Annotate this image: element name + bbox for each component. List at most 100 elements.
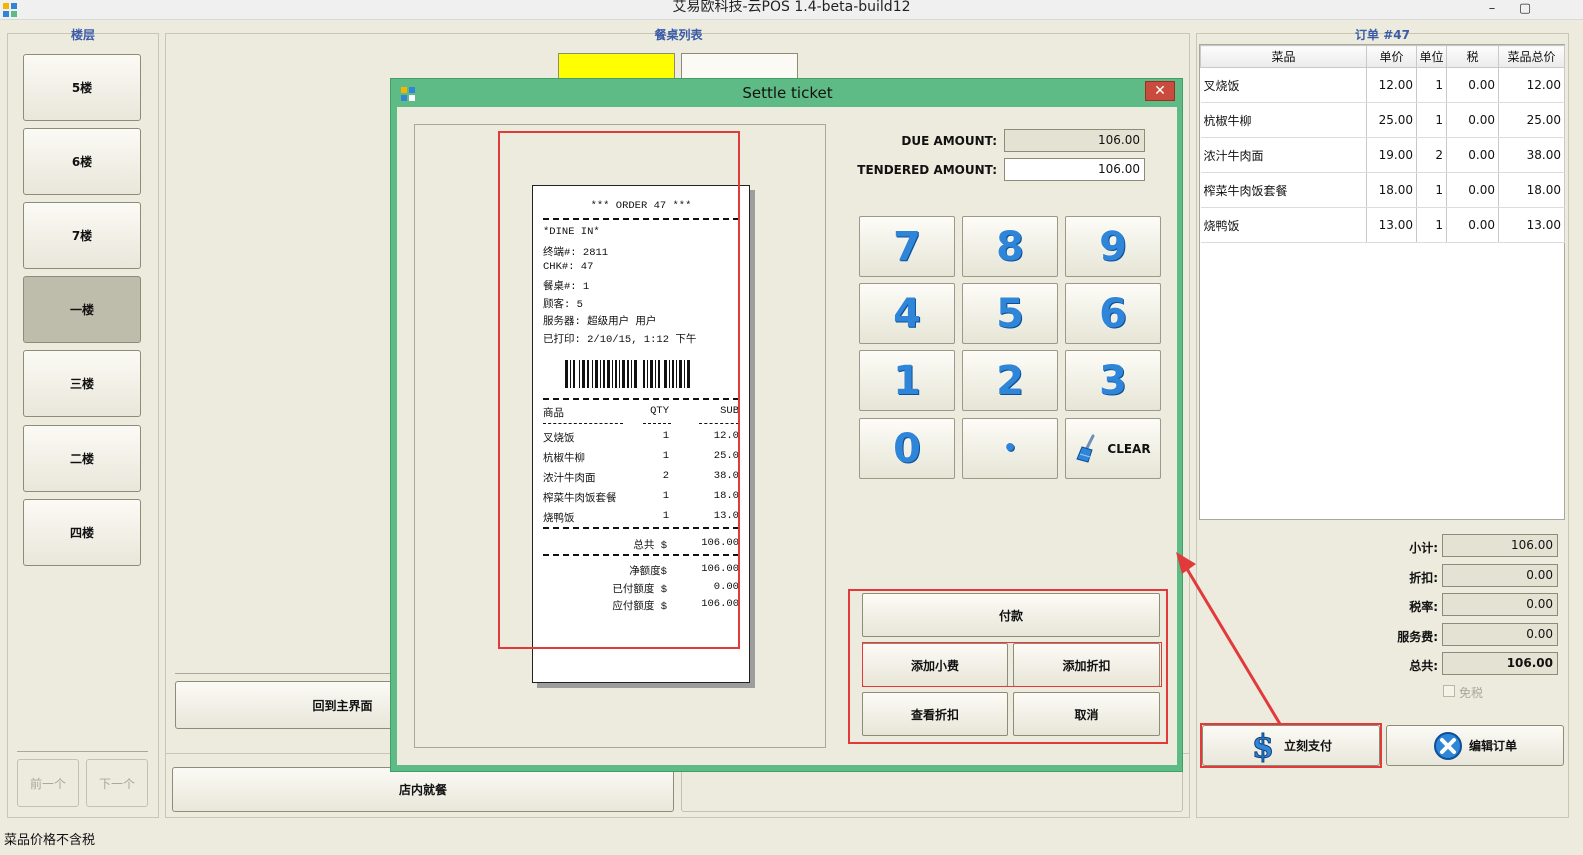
key-9[interactable]: 9 [1065,216,1161,277]
tables-title: 餐桌列表 [654,28,703,42]
edit-order-label: 编辑订单 [1468,739,1517,753]
receipt-total-label: 总共 $ [633,540,667,552]
next-floor-button[interactable]: 下一个 [86,759,148,807]
cell-price: 19.00 [1366,137,1417,173]
service-fee-value: 0.00 [1442,623,1558,646]
pay-button[interactable]: 付款 [862,593,1160,637]
receipt-divider [543,527,739,529]
table-row[interactable]: 榨菜牛肉饭套餐 18.00 1 0.00 18.00 [1200,172,1565,208]
dialog-close-button[interactable]: ✕ [1145,81,1175,101]
view-discount-button[interactable]: 查看折扣 [862,692,1008,736]
cell-qty: 1 [1416,172,1447,208]
receipt-terminal: 终端#: 2811 [543,247,609,259]
receipt-underline [543,423,623,424]
receipt-paid-value: 0.00 [713,581,739,593]
key-1[interactable]: 1 [859,350,955,411]
key-0[interactable]: 0 [859,418,955,479]
tendered-amount-label: TENDERED AMOUNT: [857,163,997,177]
table-row[interactable]: 杭椒牛柳 25.00 1 0.00 25.00 [1200,102,1565,138]
dialog-body: *** ORDER 47 *** *DINE IN* 终端#: 2811 CHK… [397,107,1177,765]
total-label: 总共: [1409,659,1438,673]
cell-qty: 2 [1416,137,1447,173]
subtotal-value: 106.00 [1442,534,1558,557]
cell-total: 38.00 [1498,137,1565,173]
key-5[interactable]: 5 [962,283,1058,344]
window-title: 艾易欧科技-云POS 1.4-beta-build12 [672,0,911,15]
broom-icon [1076,434,1095,463]
floor-button-4[interactable]: 四楼 [23,499,141,566]
receipt-printed: 已打印: 2/10/15, 1:12 下午 [543,334,697,346]
receipt-item-sub: 13.0 [713,510,739,522]
floor-button-5[interactable]: 5楼 [23,54,141,121]
col-header-tax[interactable]: 税 [1446,45,1499,68]
cell-item: 烧鸭饭 [1200,207,1367,243]
dollar-icon: $ [1251,729,1274,763]
receipt-due-value: 106.00 [701,598,739,610]
receipt-col-sub: SUB [720,405,739,417]
edit-order-button[interactable]: 编辑订单 [1386,725,1564,766]
receipt-divider [543,554,739,556]
receipt-guests: 顾客: 5 [543,299,583,311]
table-row[interactable]: 烧鸭饭 13.00 1 0.00 13.00 [1200,207,1565,243]
dine-in-button[interactable]: 店内就餐 [172,767,674,812]
key-decimal[interactable]: • [962,418,1058,479]
cell-price: 18.00 [1366,172,1417,208]
cell-tax: 0.00 [1446,67,1499,103]
receipt-item-name: 叉烧饭 [543,433,575,445]
key-4[interactable]: 4 [859,283,955,344]
receipt-item-qty: 1 [662,430,669,442]
floor-button-6[interactable]: 6楼 [23,128,141,195]
tax-exempt-checkbox[interactable] [1443,685,1455,697]
title-bar: 艾易欧科技-云POS 1.4-beta-build12 – ▢ [0,0,1583,20]
pay-now-button[interactable]: $ 立刻支付 [1202,725,1380,766]
status-text: 菜品价格不含税 [4,833,96,848]
clear-button[interactable]: CLEAR [1065,418,1161,479]
key-8[interactable]: 8 [962,216,1058,277]
receipt-net-label: 净额度$ [629,566,667,578]
add-discount-button[interactable]: 添加折扣 [1013,643,1160,687]
receipt-item-qty: 1 [662,510,669,522]
order-title: 订单 #47 [1355,28,1410,42]
total-value: 106.00 [1442,652,1558,675]
table-row[interactable]: 叉烧饭 12.00 1 0.00 12.00 [1200,67,1565,103]
cell-total: 18.00 [1498,172,1565,208]
cell-tax: 0.00 [1446,137,1499,173]
receipt-net-value: 106.00 [701,563,739,575]
receipt-underline [699,423,739,424]
receipt-table: 餐桌#: 1 [543,281,590,293]
floors-divider [17,751,148,752]
cancel-button[interactable]: 取消 [1013,692,1160,736]
cell-qty: 1 [1416,207,1447,243]
maximize-icon[interactable]: ▢ [1510,0,1540,20]
receipt-preview-area: *** ORDER 47 *** *DINE IN* 终端#: 2811 CHK… [414,124,826,748]
floor-button-1[interactable]: 一楼 [23,276,141,343]
minimize-button[interactable]: – [1477,0,1507,20]
key-7[interactable]: 7 [859,216,955,277]
key-3[interactable]: 3 [1065,350,1161,411]
cell-total: 13.00 [1498,207,1565,243]
col-header-total[interactable]: 菜品总价 [1498,45,1565,68]
order-table-header: 菜品 单价 单位 税 菜品总价 [1200,45,1565,68]
tax-rate-value: 0.00 [1442,593,1558,616]
tendered-amount-input[interactable]: 106.00 [1004,158,1145,181]
col-header-item[interactable]: 菜品 [1200,45,1367,68]
floor-button-2[interactable]: 二楼 [23,425,141,492]
cell-price: 12.00 [1366,67,1417,103]
floor-button-3[interactable]: 三楼 [23,350,141,417]
table-row[interactable]: 浓汁牛肉面 19.00 2 0.00 38.00 [1200,137,1565,173]
receipt-server: 服务器: 超级用户 用户 [543,316,657,328]
receipt-underline [643,423,671,424]
prev-floor-button[interactable]: 前一个 [17,759,79,807]
dialog-title: Settle ticket [742,84,833,102]
key-6[interactable]: 6 [1065,283,1161,344]
cell-total: 25.00 [1498,102,1565,138]
col-header-qty[interactable]: 单位 [1416,45,1447,68]
add-tip-button[interactable]: 添加小费 [862,643,1008,687]
col-header-price[interactable]: 单价 [1366,45,1417,68]
receipt-item-name: 烧鸭饭 [543,513,575,525]
cell-item: 叉烧饭 [1200,67,1367,103]
floor-button-7[interactable]: 7楼 [23,202,141,269]
receipt-item-sub: 38.0 [713,470,739,482]
receipt-paid-label: 已付额度 $ [612,584,667,596]
key-2[interactable]: 2 [962,350,1058,411]
